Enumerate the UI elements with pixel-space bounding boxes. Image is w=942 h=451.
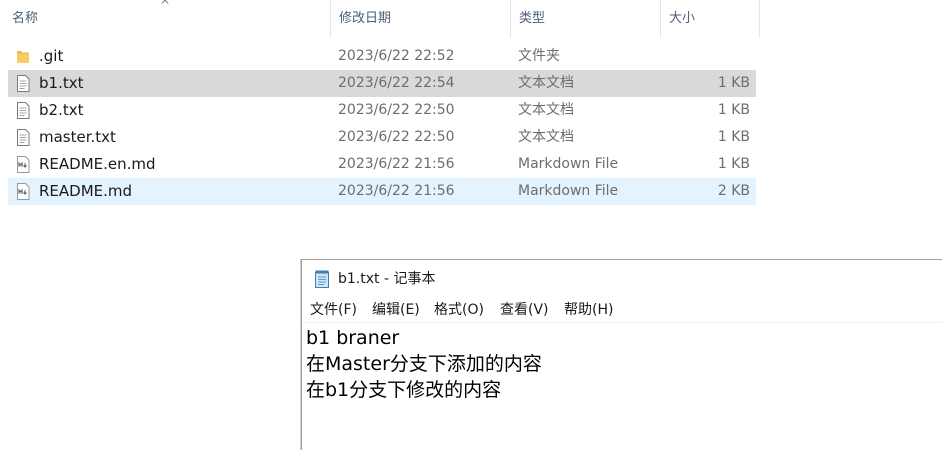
file-row-b1-txt[interactable]: b1.txt 2023/6/22 22:54 文本文档 1 KB bbox=[8, 70, 756, 97]
file-type: Markdown File bbox=[518, 156, 619, 172]
file-name: b2.txt bbox=[39, 101, 84, 119]
notepad-window: b1.txt - 记事本 文件(F) 编辑(E) 格式(O) 查看(V) 帮助(… bbox=[301, 259, 942, 450]
file-date: 2023/6/22 22:54 bbox=[338, 75, 455, 91]
menu-help[interactable]: 帮助(H) bbox=[564, 298, 613, 322]
file-type: 文本文档 bbox=[518, 129, 574, 145]
file-size: 1 KB bbox=[717, 156, 750, 172]
file-name: README.md bbox=[39, 182, 133, 200]
text-file-icon bbox=[17, 102, 30, 119]
text-file-icon bbox=[17, 129, 30, 146]
file-type: Markdown File bbox=[518, 183, 619, 199]
sort-ascending-icon: ^ bbox=[160, 0, 171, 12]
text-file-icon bbox=[17, 75, 30, 92]
file-type: 文本文档 bbox=[518, 102, 574, 118]
column-header-date-label: 修改日期 bbox=[339, 11, 392, 26]
file-row-master-txt[interactable]: master.txt 2023/6/22 22:50 文本文档 1 KB bbox=[8, 124, 756, 151]
menu-edit[interactable]: 编辑(E) bbox=[372, 298, 420, 322]
file-row-b2-txt[interactable]: b2.txt 2023/6/22 22:50 文本文档 1 KB bbox=[8, 97, 756, 124]
file-row-readme-en-md[interactable]: README.en.md 2023/6/22 21:56 Markdown Fi… bbox=[8, 151, 756, 178]
file-type: 文件夹 bbox=[518, 48, 560, 64]
text-line: 在b1分支下修改的内容 bbox=[306, 379, 502, 401]
column-header-type-label: 类型 bbox=[519, 11, 546, 26]
file-row-git[interactable]: .git 2023/6/22 22:52 文件夹 bbox=[8, 43, 756, 70]
column-header-size-label: 大小 bbox=[669, 11, 696, 26]
file-list: .git 2023/6/22 22:52 文件夹 b1.txt 2023/6/2… bbox=[8, 43, 756, 205]
file-date: 2023/6/22 21:56 bbox=[338, 183, 455, 199]
file-type: 文本文档 bbox=[518, 75, 574, 91]
text-line: b1 braner bbox=[306, 327, 400, 349]
file-name: b1.txt bbox=[39, 74, 84, 92]
menu-format[interactable]: 格式(O) bbox=[434, 298, 484, 322]
file-date: 2023/6/22 22:50 bbox=[338, 129, 455, 145]
column-header-type[interactable]: 类型 bbox=[510, 0, 660, 38]
notepad-icon bbox=[315, 270, 329, 288]
column-header-name[interactable]: 名称 ^ bbox=[0, 0, 330, 38]
markdown-file-icon bbox=[17, 183, 30, 200]
menu-view[interactable]: 查看(V) bbox=[500, 298, 549, 322]
file-size: 1 KB bbox=[717, 102, 750, 118]
file-row-readme-md[interactable]: README.md 2023/6/22 21:56 Markdown File … bbox=[8, 178, 756, 205]
file-size: 2 KB bbox=[717, 183, 750, 199]
notepad-text-area[interactable]: b1 braner 在Master分支下添加的内容 在b1分支下修改的内容 bbox=[302, 322, 942, 451]
file-name: master.txt bbox=[39, 128, 116, 146]
notepad-title-bar[interactable]: b1.txt - 记事本 bbox=[302, 260, 942, 298]
menu-file[interactable]: 文件(F) bbox=[310, 298, 357, 322]
file-name: .git bbox=[39, 47, 64, 65]
column-header-date[interactable]: 修改日期 bbox=[330, 0, 510, 38]
file-name: README.en.md bbox=[39, 155, 156, 173]
markdown-file-icon bbox=[17, 156, 30, 173]
notepad-title: b1.txt - 记事本 bbox=[338, 271, 436, 287]
file-date: 2023/6/22 22:52 bbox=[338, 48, 455, 64]
file-date: 2023/6/22 21:56 bbox=[338, 156, 455, 172]
column-header-size[interactable]: 大小 bbox=[660, 0, 760, 38]
column-header-name-label: 名称 bbox=[12, 11, 39, 26]
folder-icon bbox=[17, 51, 29, 63]
file-size: 1 KB bbox=[717, 75, 750, 91]
file-list-header: 名称 ^ 修改日期 类型 大小 bbox=[0, 0, 762, 40]
notepad-menu-bar: 文件(F) 编辑(E) 格式(O) 查看(V) 帮助(H) bbox=[302, 298, 942, 322]
text-line: 在Master分支下添加的内容 bbox=[306, 353, 542, 375]
file-size: 1 KB bbox=[717, 129, 750, 145]
file-date: 2023/6/22 22:50 bbox=[338, 102, 455, 118]
